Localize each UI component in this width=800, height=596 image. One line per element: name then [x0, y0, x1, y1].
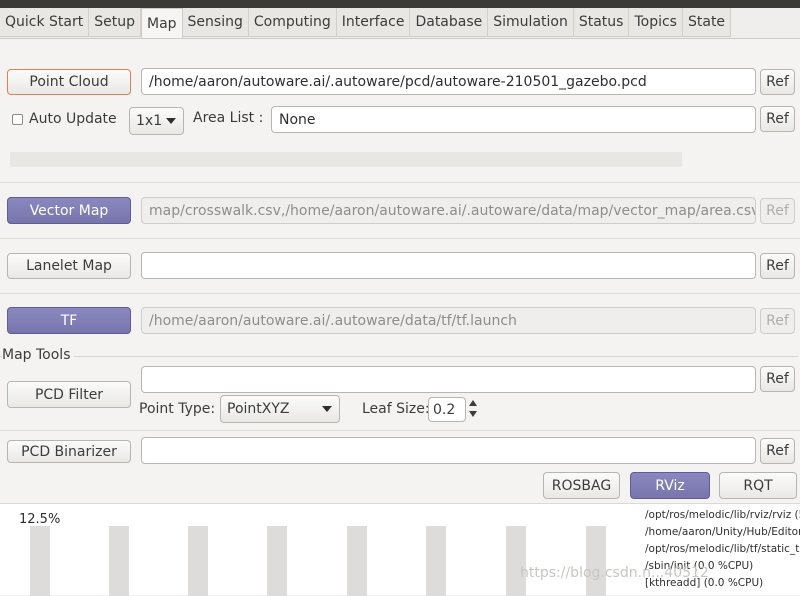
area-list-label: Area List :	[193, 110, 264, 126]
point-cloud-button[interactable]: Point Cloud	[7, 69, 131, 95]
tab-bar: Quick Start Setup Map Sensing Computing …	[0, 8, 732, 39]
process-item: /home/aaron/Unity/Hub/Editor/2	[645, 526, 800, 538]
point-cloud-path-field[interactable]: /home/aaron/autoware.ai/.autoware/pcd/au…	[141, 68, 756, 95]
cpu-bar	[347, 526, 367, 596]
stepper-down-icon[interactable]	[469, 411, 477, 417]
lanelet-map-button[interactable]: Lanelet Map	[7, 253, 131, 279]
divider	[0, 182, 800, 183]
point-cloud-ref-button[interactable]: Ref	[760, 69, 795, 95]
cpu-bar	[109, 526, 129, 596]
vector-map-button[interactable]: Vector Map	[7, 197, 131, 224]
auto-update-checkbox[interactable]	[12, 114, 23, 125]
pcd-binarizer-ref-button[interactable]: Ref	[760, 438, 795, 464]
process-item: /opt/ros/melodic/lib/rviz/rviz (54	[645, 509, 800, 521]
area-list-ref-button[interactable]: Ref	[760, 106, 795, 132]
point-type-value: PointXYZ	[227, 401, 290, 417]
window-titlebar	[0, 0, 800, 8]
tab-map[interactable]: Map	[141, 8, 183, 39]
cpu-bar	[586, 526, 606, 596]
vector-map-path-text: map/crosswalk.csv,/home/aaron/autoware.a…	[149, 202, 756, 219]
tab-sensing[interactable]: Sensing	[182, 8, 249, 37]
pcd-binarizer-path-field[interactable]	[141, 437, 756, 464]
cpu-bar	[30, 526, 50, 596]
grid-size-value: 1x1	[136, 113, 163, 129]
divider	[0, 238, 800, 239]
chevron-down-icon	[166, 118, 176, 124]
grid-size-select[interactable]: 1x1	[129, 107, 184, 135]
rosbag-button[interactable]: ROSBAG	[543, 472, 620, 499]
cpu-bar	[506, 526, 526, 596]
tab-status[interactable]: Status	[573, 8, 630, 37]
pcd-filter-path-field[interactable]	[141, 366, 756, 393]
tab-topics[interactable]: Topics	[629, 8, 683, 37]
pcd-filter-button[interactable]: PCD Filter	[7, 381, 131, 408]
load-progress-bar	[10, 152, 682, 167]
leaf-size-label: Leaf Size:	[362, 401, 430, 417]
tab-database[interactable]: Database	[410, 8, 489, 37]
point-type-select[interactable]: PointXYZ	[220, 395, 340, 423]
lanelet-map-ref-button[interactable]: Ref	[760, 253, 795, 279]
auto-update-label: Auto Update	[29, 111, 117, 127]
cpu-usage-label: 12.5%	[19, 512, 61, 527]
divider	[0, 293, 800, 294]
pcd-filter-ref-button[interactable]: Ref	[760, 366, 795, 392]
tab-state[interactable]: State	[682, 8, 732, 37]
cpu-bar	[188, 526, 208, 596]
tab-setup[interactable]: Setup	[89, 8, 141, 37]
tab-simulation[interactable]: Simulation	[488, 8, 574, 37]
map-tools-title: Map Tools	[2, 347, 75, 363]
point-type-label: Point Type:	[139, 401, 216, 417]
cpu-bar	[426, 526, 446, 596]
lanelet-map-path-field[interactable]	[141, 252, 756, 279]
tab-computing[interactable]: Computing	[248, 8, 337, 37]
tf-ref-button[interactable]: Ref	[760, 308, 795, 334]
tf-path-field[interactable]: /home/aaron/autoware.ai/.autoware/data/t…	[141, 307, 756, 334]
chevron-down-icon	[322, 406, 332, 412]
process-item: /opt/ros/melodic/lib/tf/static_tra	[645, 543, 800, 555]
cpu-bar	[267, 526, 287, 596]
tab-quick-start[interactable]: Quick Start	[0, 8, 90, 37]
divider	[0, 430, 800, 431]
rviz-button[interactable]: RViz	[630, 472, 710, 499]
vector-map-path-field[interactable]: map/crosswalk.csv,/home/aaron/autoware.a…	[141, 197, 756, 224]
watermark: https://blog.csdn.n...40512	[520, 565, 709, 581]
tf-button[interactable]: TF	[7, 307, 131, 334]
leaf-size-input[interactable]: 0.2	[428, 397, 466, 422]
stepper-up-icon[interactable]	[469, 400, 477, 406]
leaf-size-stepper[interactable]	[469, 400, 479, 420]
pcd-binarizer-button[interactable]: PCD Binarizer	[7, 440, 131, 463]
tab-interface[interactable]: Interface	[336, 8, 411, 37]
area-list-field[interactable]: None	[271, 106, 756, 133]
rqt-button[interactable]: RQT	[719, 472, 797, 499]
vector-map-ref-button[interactable]: Ref	[760, 198, 795, 224]
